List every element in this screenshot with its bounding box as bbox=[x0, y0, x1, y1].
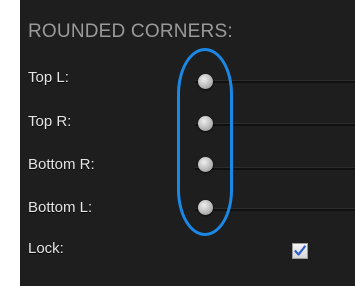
top-right-label: Top R: bbox=[28, 113, 72, 130]
bottom-left-slider-knob[interactable] bbox=[198, 200, 213, 215]
panel-title: ROUNDED CORNERS: bbox=[28, 21, 233, 42]
lock-checkbox[interactable] bbox=[292, 243, 308, 259]
top-left-slider-knob[interactable] bbox=[198, 74, 213, 89]
lock-label: Lock: bbox=[28, 240, 64, 257]
bottom-right-slider-track[interactable] bbox=[195, 167, 355, 170]
rounded-corners-panel: ROUNDED CORNERS: Top L: Top R: Bottom R:… bbox=[20, 0, 355, 286]
bottom-right-label: Bottom R: bbox=[28, 156, 95, 173]
top-left-label: Top L: bbox=[28, 69, 69, 86]
bottom-left-slider-track[interactable] bbox=[195, 208, 355, 211]
top-right-slider-knob[interactable] bbox=[198, 116, 213, 131]
bottom-right-slider-knob[interactable] bbox=[198, 157, 213, 172]
bottom-left-label: Bottom L: bbox=[28, 199, 93, 216]
top-left-slider-track[interactable] bbox=[195, 80, 355, 83]
checkmark-icon bbox=[294, 245, 306, 256]
top-right-slider-track[interactable] bbox=[195, 123, 355, 126]
